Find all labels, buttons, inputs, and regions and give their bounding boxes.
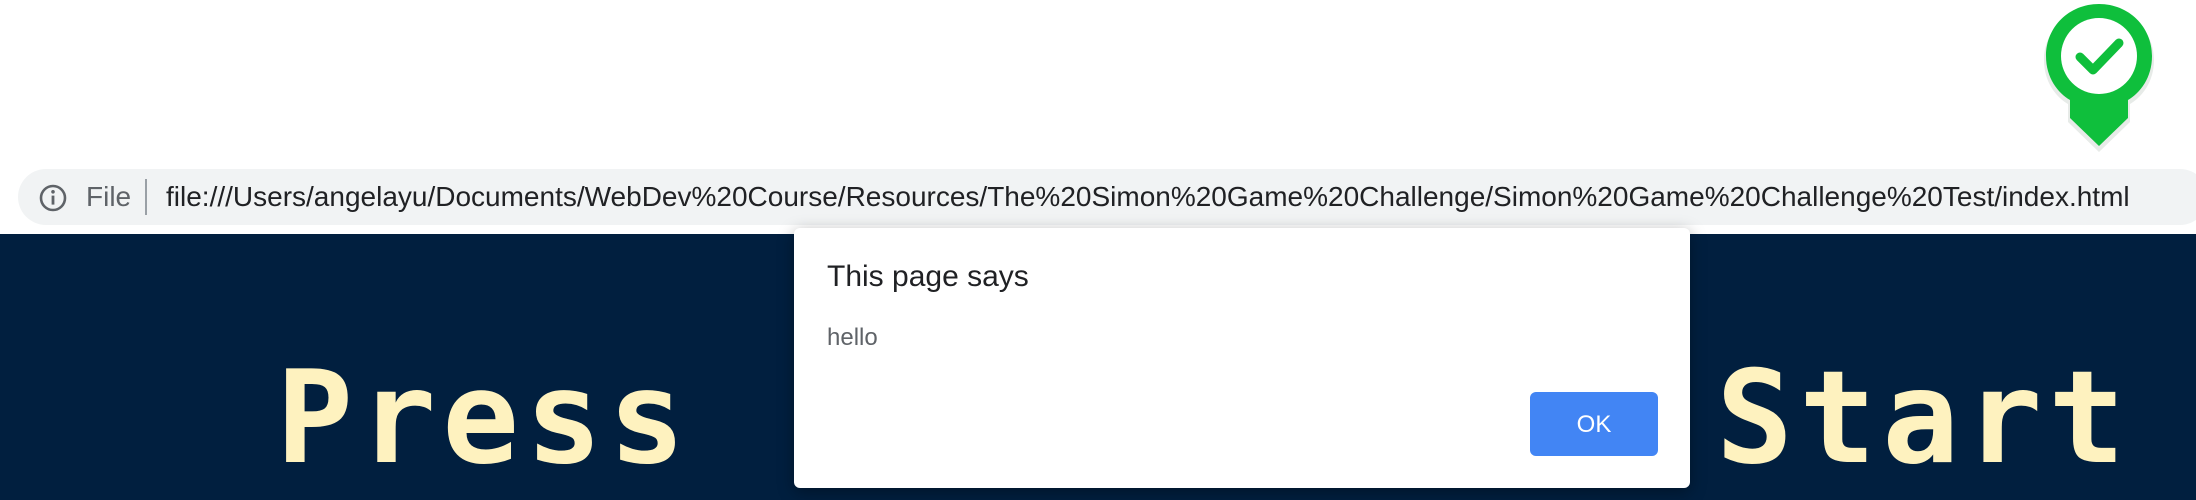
- alert-message: hello: [827, 324, 878, 351]
- alert-heading: This page says: [827, 260, 1029, 293]
- window-top-area: [0, 0, 2196, 164]
- ok-button[interactable]: OK: [1530, 392, 1658, 456]
- info-icon[interactable]: [38, 183, 68, 213]
- omnibox-divider: [145, 179, 147, 215]
- scheme-label: File: [86, 181, 132, 212]
- level-title-right: Start: [1716, 344, 2132, 493]
- check-marker-icon: [2038, 0, 2160, 160]
- alert-dialog: This page says hello OK: [794, 228, 1690, 488]
- url-text[interactable]: file:///Users/angelayu/Documents/WebDev%…: [166, 178, 2130, 216]
- level-title-left: Press: [276, 344, 692, 493]
